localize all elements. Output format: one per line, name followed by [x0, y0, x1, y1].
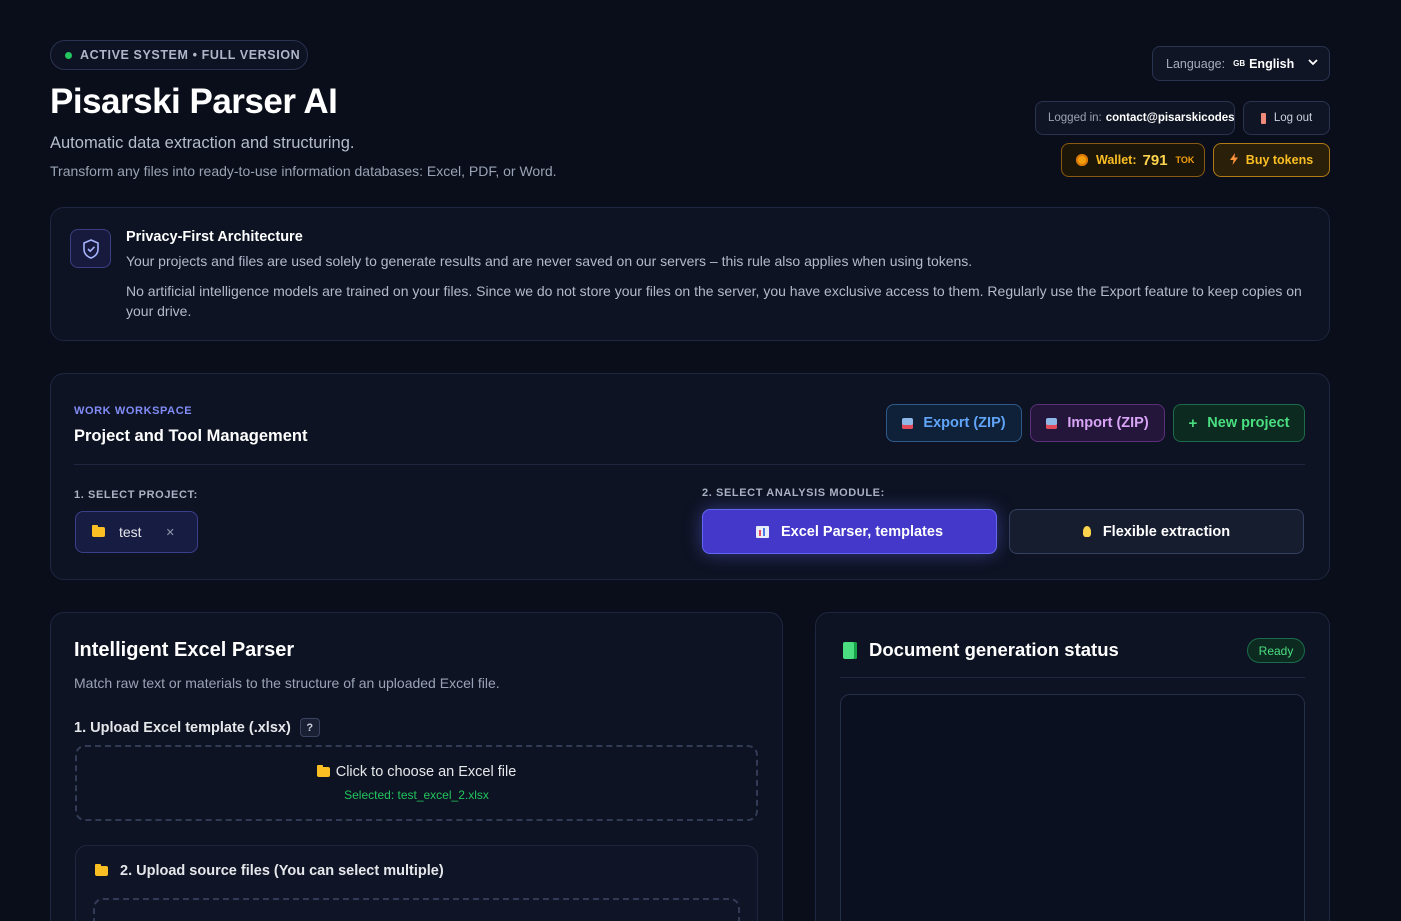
wallet-amount: 791 [1142, 151, 1168, 169]
plus-icon: + [1188, 414, 1198, 432]
user-email: contact@pisarskicodest [1105, 112, 1235, 124]
coin-icon [1076, 154, 1088, 166]
module-label: Flexible extraction [1102, 523, 1231, 540]
selected-file-text: Selected: test_excel_2.xlsx [344, 788, 489, 802]
logged-in-label: Logged in: [1048, 112, 1102, 124]
status-divider [840, 677, 1305, 678]
language-value-text: English [1249, 56, 1295, 71]
import-label: Import (ZIP) [1067, 415, 1149, 431]
parser-subtitle: Match raw text or materials to the struc… [74, 675, 500, 691]
logout-button[interactable]: Log out [1243, 101, 1330, 135]
status-dot-icon [65, 51, 72, 59]
module-excel-parser-button[interactable]: Excel Parser, templates [702, 509, 997, 554]
package-icon [1046, 417, 1058, 429]
app-title: Pisarski Parser AI [50, 82, 338, 121]
module-flexible-extraction-button[interactable]: Flexible extraction [1009, 509, 1304, 554]
package-icon [902, 417, 914, 429]
language-select[interactable]: Language: GB English [1152, 46, 1330, 81]
logged-in-info: Logged in: contact@pisarskicodest [1035, 101, 1235, 135]
wallet-label: Wallet: [1096, 153, 1137, 167]
workspace-divider [74, 464, 1305, 465]
status-title: Document generation status [843, 639, 1119, 661]
source-files-text: 2. Upload source files (You can select m… [120, 863, 444, 879]
privacy-paragraph-1: Your projects and files are used solely … [126, 253, 973, 269]
door-icon [1260, 112, 1266, 124]
help-button[interactable]: ? [299, 718, 320, 737]
privacy-title: Privacy-First Architecture [126, 229, 303, 245]
module-label: Excel Parser, templates [780, 523, 944, 540]
project-name: test [119, 524, 142, 540]
shield-check-icon [70, 229, 111, 268]
wallet-balance: Wallet: 791 TOK [1061, 143, 1205, 177]
export-zip-button[interactable]: Export (ZIP) [886, 404, 1022, 442]
folder-icon [95, 864, 108, 876]
language-value: GB English [1233, 57, 1294, 71]
app-subtitle: Automatic data extraction and structurin… [50, 134, 355, 152]
source-files-dropzone[interactable] [93, 898, 740, 921]
folder-icon [92, 525, 105, 537]
source-files-label: 2. Upload source files (You can select m… [95, 863, 444, 879]
close-icon[interactable]: ✕ [166, 526, 175, 539]
language-label: Language: [1166, 56, 1226, 71]
workspace-kicker: WORK WORKSPACE [74, 405, 193, 417]
system-status-text: ACTIVE SYSTEM • FULL VERSION [80, 48, 301, 62]
select-project-label: 1. SELECT PROJECT: [74, 489, 198, 501]
status-output-panel [840, 694, 1305, 921]
new-project-button[interactable]: + New project [1173, 404, 1305, 442]
dropzone-prompt: Click to choose an Excel file [75, 764, 758, 780]
app-description: Transform any files into ready-to-use in… [50, 163, 557, 179]
status-badge: Ready [1247, 638, 1305, 663]
parser-title: Intelligent Excel Parser [74, 639, 295, 661]
logout-label: Log out [1273, 112, 1313, 124]
chevron-down-icon [1308, 58, 1318, 69]
system-status-pill: ACTIVE SYSTEM • FULL VERSION [50, 40, 308, 70]
folder-icon [316, 765, 330, 777]
flag-gb-icon: GB [1233, 59, 1246, 68]
privacy-paragraph-2: No artificial intelligence models are tr… [126, 283, 1302, 319]
new-project-label: New project [1207, 415, 1290, 431]
select-module-label: 2. SELECT ANALYSIS MODULE: [702, 487, 885, 499]
upload-template-text: 1. Upload Excel template (.xlsx) [74, 719, 291, 736]
workspace-title: Project and Tool Management [74, 427, 308, 445]
upload-template-label: 1. Upload Excel template (.xlsx) ? [74, 718, 320, 737]
import-zip-button[interactable]: Import (ZIP) [1030, 404, 1165, 442]
lightning-icon [1229, 152, 1238, 168]
lightbulb-icon [1082, 526, 1091, 537]
book-icon [843, 641, 857, 659]
status-title-text: Document generation status [869, 639, 1119, 660]
wallet-unit: TOK [1175, 155, 1195, 165]
buy-tokens-button[interactable]: Buy tokens [1213, 143, 1330, 177]
export-label: Export (ZIP) [923, 415, 1006, 431]
dropzone-prompt-text: Click to choose an Excel file [335, 764, 517, 780]
excel-template-dropzone[interactable] [75, 745, 758, 821]
project-chip-test[interactable]: test ✕ [75, 511, 198, 553]
bar-chart-icon [755, 525, 769, 538]
buy-tokens-label: Buy tokens [1245, 153, 1314, 167]
